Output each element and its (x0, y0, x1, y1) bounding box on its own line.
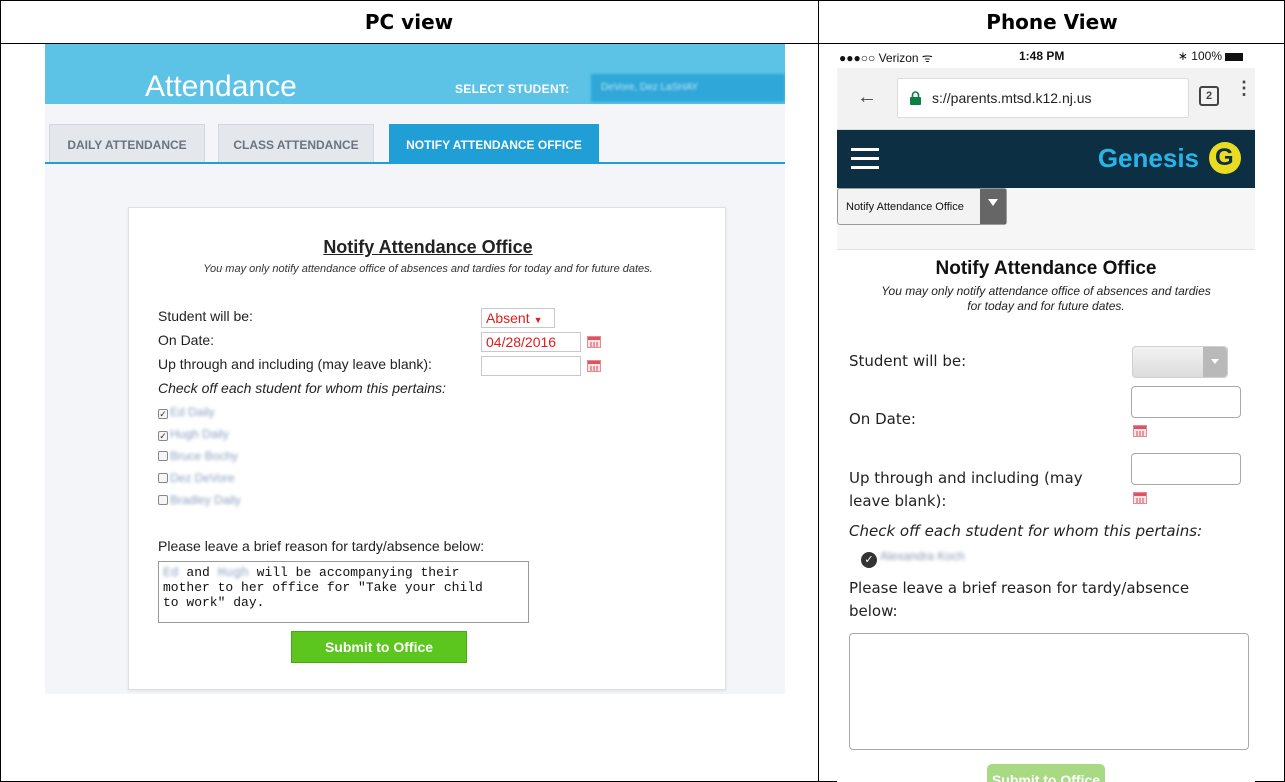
blurred-name: Ed (163, 565, 179, 580)
tab-class-attendance[interactable]: CLASS ATTENDANCE (218, 124, 374, 162)
student-checkbox-row[interactable]: Bruce Bochy (158, 449, 238, 463)
page-select-bar: Notify Attendance Office (837, 188, 1255, 250)
student-checkbox-row[interactable]: ✓ Alexandra Koch (861, 549, 965, 568)
through-date-input[interactable] (481, 356, 581, 376)
student-checkbox-row[interactable]: Bradley Daily (158, 493, 241, 507)
on-date-label: On Date: (849, 410, 916, 428)
calendar-icon[interactable] (1133, 425, 1147, 437)
blurred-name: Hugh (217, 565, 249, 580)
check-students-label: Check off each student for whom this per… (158, 380, 446, 396)
student-will-be-label: Student will be: (158, 308, 253, 324)
address-bar[interactable]: s://parents.mtsd.k12.nj.us (897, 78, 1189, 118)
on-date-input[interactable] (1131, 386, 1241, 418)
phone-view-screenshot: ●●●○○ Verizon ᯤ 1:48 PM ∗ 100% ← s://par… (837, 44, 1255, 782)
reason-label: Please leave a brief reason for tardy/ab… (158, 538, 485, 554)
checkbox[interactable]: ✓ (861, 552, 877, 568)
form-subtitle: You may only notify attendance office of… (203, 263, 653, 275)
submit-to-office-button[interactable]: Submit to Office (987, 764, 1105, 782)
notify-form-card: Notify Attendance Office You may only no… (128, 207, 726, 690)
lock-icon (910, 91, 921, 105)
checkbox[interactable]: ✓ (158, 409, 168, 419)
carrier-signal: ●●●○○ Verizon ᯤ (839, 51, 933, 65)
form-title: Notify Attendance Office (935, 258, 1157, 279)
through-date-label: Up through and including (may leave blan… (849, 469, 1083, 510)
dropdown-arrow-icon: ▼ (533, 315, 543, 325)
submit-to-office-button[interactable]: Submit to Office (291, 631, 467, 663)
through-date-input[interactable] (1131, 453, 1241, 485)
check-students-label: Check off each student for whom this per… (849, 522, 1203, 540)
genesis-logo-text: Genesis (1097, 143, 1199, 173)
tab-switcher-button[interactable]: 2 (1199, 86, 1219, 106)
checkbox[interactable] (158, 473, 168, 483)
student-name: Bruce Bochy (170, 449, 239, 463)
select-student-label: SELECT STUDENT: (455, 82, 570, 96)
reason-text: and (178, 565, 218, 580)
dropdown-caret-icon (980, 189, 1006, 224)
student-checkbox-row[interactable]: Dez DeVore (158, 471, 235, 485)
student-name: Dez DeVore (170, 471, 235, 485)
student-name: Ed Daily (170, 405, 215, 419)
checkbox[interactable] (158, 451, 168, 461)
reason-textarea[interactable]: Ed and Hugh will be accompanying their m… (158, 561, 529, 623)
url-text: s://parents.mtsd.k12.nj.us (932, 90, 1092, 106)
pc-view-screenshot: Attendance SELECT STUDENT: DeVore, Dez L… (45, 44, 785, 694)
tab-daily-attendance[interactable]: DAILY ATTENDANCE (49, 124, 205, 162)
checkbox[interactable] (158, 495, 168, 505)
calendar-icon[interactable] (587, 360, 601, 372)
app-title: Attendance (145, 70, 297, 103)
page-select-value: Notify Attendance Office (846, 201, 964, 213)
genesis-logo-icon (1209, 142, 1241, 174)
student-name: Hugh Daily (170, 427, 229, 441)
tab-underline (45, 162, 785, 164)
student-checkbox-row[interactable]: ✓ Hugh Daily (158, 427, 229, 441)
form-title: Notify Attendance Office (323, 237, 533, 257)
dropdown-caret-icon (1203, 347, 1227, 377)
hamburger-menu-icon[interactable] (851, 148, 879, 170)
page-select-dropdown[interactable]: Notify Attendance Office (837, 188, 1007, 225)
back-arrow-icon[interactable]: ← (857, 86, 877, 109)
reason-label: Please leave a brief reason for tardy/ab… (849, 579, 1190, 620)
phone-view-heading: Phone View (986, 10, 1118, 34)
on-date-input[interactable]: 04/28/2016 (481, 332, 581, 352)
status-time: 1:48 PM (1019, 49, 1065, 63)
form-subtitle: You may only notify attendance office of… (881, 284, 1211, 313)
absence-type-value: Absent (486, 310, 530, 326)
through-date-label: Up through and including (may leave blan… (158, 356, 432, 372)
reason-textarea[interactable] (849, 633, 1249, 750)
tab-notify-attendance-office[interactable]: NOTIFY ATTENDANCE OFFICE (389, 124, 599, 162)
app-header: Attendance SELECT STUDENT: DeVore, Dez L… (45, 44, 785, 104)
attendance-tabs: DAILY ATTENDANCE CLASS ATTENDANCE NOTIFY… (45, 124, 785, 166)
battery-icon (1225, 53, 1243, 61)
on-date-label: On Date: (158, 332, 215, 348)
student-checkbox-row[interactable]: ✓ Ed Daily (158, 405, 215, 419)
absence-type-select[interactable] (1132, 346, 1228, 378)
student-name: Bradley Daily (170, 493, 241, 507)
status-bar: ●●●○○ Verizon ᯤ 1:48 PM ∗ 100% (837, 44, 1255, 68)
student-will-be-label: Student will be: (849, 352, 967, 370)
browser-toolbar: ← s://parents.mtsd.k12.nj.us 2 ⋮ (837, 68, 1255, 130)
battery-status: ∗ 100% (1178, 49, 1243, 63)
calendar-icon[interactable] (1133, 492, 1147, 504)
column-divider (818, 0, 819, 782)
battery-text: ∗ 100% (1177, 49, 1222, 63)
checkbox[interactable]: ✓ (158, 431, 168, 441)
more-menu-icon[interactable]: ⋮ (1235, 79, 1253, 97)
genesis-navbar: Genesis (837, 130, 1255, 188)
select-student-dropdown[interactable]: DeVore, Dez LaSHAY (591, 74, 785, 102)
calendar-icon[interactable] (587, 336, 601, 348)
pc-view-heading: PC view (364, 10, 454, 34)
absence-type-select[interactable]: Absent ▼ (481, 308, 555, 328)
student-name: Alexandra Koch (880, 549, 965, 563)
